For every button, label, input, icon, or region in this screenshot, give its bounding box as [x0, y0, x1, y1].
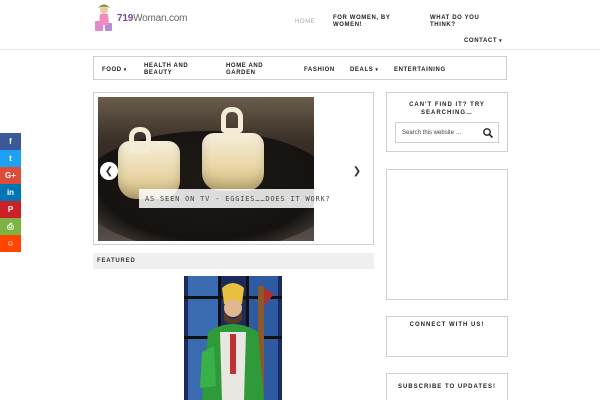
twitter-icon: t: [9, 154, 12, 163]
mainnav-health-beauty[interactable]: Health and Beauty: [144, 63, 200, 77]
search-button[interactable]: [482, 127, 494, 139]
eggie-lid-left: [129, 127, 151, 153]
print-button[interactable]: ⎙: [0, 218, 21, 235]
ad-widget: [386, 169, 508, 300]
slider-next-button[interactable]: ❯: [348, 162, 366, 180]
site-logo[interactable]: 719Woman.com: [93, 2, 221, 34]
linkedin-share-button[interactable]: in: [0, 184, 21, 201]
featured-section-header: Featured: [93, 253, 374, 269]
twitter-share-button[interactable]: t: [0, 150, 21, 167]
pinterest-icon: P: [7, 205, 14, 214]
nav-for-women[interactable]: For Women, By Women!: [333, 15, 405, 29]
chevron-down-icon: ▾: [123, 67, 127, 73]
facebook-share-button[interactable]: f: [0, 133, 21, 150]
mainnav-entertaining[interactable]: Entertaining: [394, 67, 446, 74]
nav-home[interactable]: Home: [295, 19, 315, 26]
search-widget-title-line2: searching…: [420, 110, 473, 116]
connect-widget-title: Connect with us!: [409, 322, 485, 328]
chevron-left-icon: ❮: [104, 165, 114, 177]
pinterest-share-button[interactable]: P: [0, 201, 21, 218]
mainnav-deals[interactable]: Deals ▾: [350, 67, 378, 74]
mainnav-fashion[interactable]: Fashion: [304, 67, 335, 74]
reddit-share-button[interactable]: ☺: [0, 235, 21, 252]
google-plus-icon: G+: [5, 171, 16, 180]
search-placeholder: Search this website …: [402, 129, 462, 136]
linkedin-icon: in: [6, 188, 15, 197]
chevron-down-icon: ▾: [499, 38, 503, 44]
chevron-right-icon: ❯: [352, 165, 362, 177]
reddit-icon: ☺: [6, 239, 15, 248]
header-divider: [0, 49, 600, 50]
slider-prev-button[interactable]: ❮: [100, 162, 118, 180]
slider-caption[interactable]: As Seen On TV - Eggies……Does it work?: [139, 189, 339, 208]
search-widget-title-line1: Can't find it? Try: [409, 102, 485, 108]
google-plus-share-button[interactable]: G+: [0, 167, 21, 184]
print-icon: ⎙: [7, 221, 14, 231]
eggie-cup-right: [202, 133, 264, 191]
eggie-lid-right: [221, 107, 243, 133]
slider-image-eggies[interactable]: [98, 97, 314, 241]
logo-woman-illustration: [93, 3, 115, 33]
main-navigation: Food ▾ Health and Beauty Home and Garden …: [93, 56, 507, 80]
mainnav-food[interactable]: Food ▾: [102, 67, 127, 74]
nav-what-do-you-think[interactable]: What Do You Think?: [430, 15, 490, 29]
mainnav-home-garden[interactable]: Home and Garden: [226, 63, 282, 77]
featured-slider: [93, 92, 374, 245]
connect-widget: Connect with us!: [386, 316, 508, 357]
featured-image-stained-glass[interactable]: [184, 276, 282, 400]
subscribe-widget-title: Subscribe to Updates!: [397, 384, 497, 390]
chevron-down-icon: ▾: [375, 67, 379, 73]
search-icon: [483, 128, 494, 139]
facebook-icon: f: [9, 137, 12, 146]
nav-contact[interactable]: Contact ▾: [464, 38, 502, 45]
search-input[interactable]: Search this website …: [395, 122, 499, 143]
subscribe-widget: Subscribe to Updates!: [386, 373, 508, 400]
logo-text: 719Woman.com: [117, 12, 188, 24]
